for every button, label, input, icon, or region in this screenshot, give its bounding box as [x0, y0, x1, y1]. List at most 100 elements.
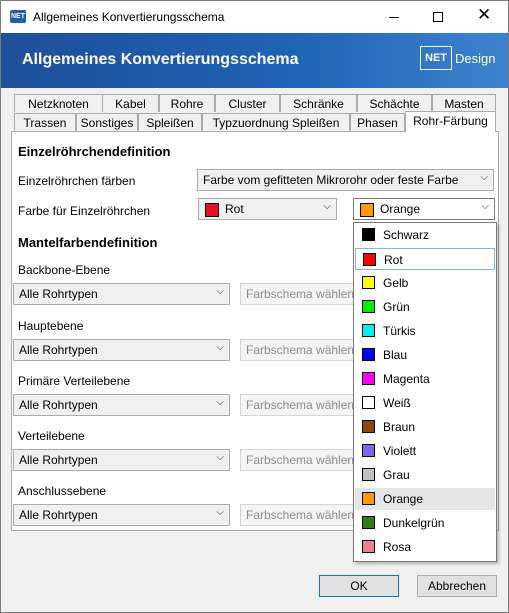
color-option-orange[interactable]: Orange — [355, 488, 495, 510]
ok-button[interactable]: OK — [319, 575, 399, 597]
mantel-heading: Mantelfarbendefinition — [18, 235, 158, 250]
maximize-button[interactable] — [415, 1, 461, 33]
level-scheme-select: Farbschema wählen — [240, 283, 354, 305]
minimize-button[interactable] — [371, 1, 417, 33]
color-swatch — [362, 276, 375, 289]
color-swatch — [362, 396, 375, 409]
color-swatch — [360, 203, 374, 217]
einzel-heading: Einzelröhrchendefinition — [18, 144, 171, 159]
level-type-select[interactable]: Alle Rohrtypen ⌵ — [13, 339, 230, 361]
tab-typzuordnung-spleißen[interactable]: Typzuordnung Spleißen — [202, 113, 350, 131]
color-option-grün[interactable]: Grün — [355, 296, 495, 318]
color-option-label: Gelb — [383, 276, 409, 290]
color-swatch — [362, 516, 375, 529]
chevron-down-icon: ⌵ — [216, 397, 224, 408]
tab-schächte[interactable]: Schächte — [357, 94, 432, 112]
color-option-label: Grün — [383, 300, 410, 314]
tab-cluster[interactable]: Cluster — [215, 94, 280, 112]
color-option-label: Blau — [383, 348, 408, 362]
level-scheme-select: Farbschema wählen — [240, 394, 354, 416]
color-option-rot[interactable]: Rot — [355, 248, 495, 270]
level-scheme-value: Farbschema wählen — [246, 508, 355, 522]
tab-phasen[interactable]: Phasen — [350, 113, 405, 131]
color-option-blau[interactable]: Blau — [355, 344, 495, 366]
level-scheme-value: Farbschema wählen — [246, 287, 355, 301]
color-option-violett[interactable]: Violett — [355, 440, 495, 462]
color-option-label: Schwarz — [383, 228, 430, 242]
tab-trassen[interactable]: Trassen — [14, 113, 76, 131]
close-button[interactable]: ✕ — [462, 1, 508, 33]
level-scheme-value: Farbschema wählen — [246, 398, 355, 412]
color-option-dunkelgrün[interactable]: Dunkelgrün — [355, 512, 495, 534]
level-scheme-value: Farbschema wählen — [246, 343, 355, 357]
tab-spleißen[interactable]: Spleißen — [138, 113, 202, 131]
header-title: Allgemeines Konvertierungsschema — [22, 51, 299, 68]
tab-netzknoten[interactable]: Netzknoten — [14, 94, 103, 112]
tab-rohre[interactable]: Rohre — [159, 94, 215, 112]
farbe2-select[interactable]: Orange ⌵ — [353, 198, 495, 220]
color-swatch — [362, 444, 375, 457]
chevron-down-icon: ⌵ — [216, 452, 224, 463]
level-label: Hauptebene — [18, 319, 84, 333]
cancel-button[interactable]: Abbrechen — [417, 575, 497, 597]
color-option-label: Türkis — [383, 324, 416, 338]
color-swatch — [363, 253, 376, 266]
level-scheme-select: Farbschema wählen — [240, 504, 354, 526]
color-option-label: Braun — [383, 420, 416, 434]
chevron-down-icon: ⌵ — [480, 172, 488, 183]
dialog-header: Allgemeines Konvertierungsschema NET Des… — [1, 33, 508, 88]
color-option-grau[interactable]: Grau — [355, 464, 495, 486]
maximize-icon — [433, 12, 443, 22]
color-swatch — [362, 300, 375, 313]
dialog-window: NET Allgemeines Konvertierungsschema ✕ A… — [0, 0, 509, 613]
level-type-value: Alle Rohrtypen — [19, 398, 98, 412]
level-type-select[interactable]: Alle Rohrtypen ⌵ — [13, 394, 230, 416]
level-label: Verteilebene — [18, 429, 85, 443]
color-swatch — [362, 372, 375, 385]
color-option-label: Orange — [383, 492, 424, 506]
level-type-select[interactable]: Alle Rohrtypen ⌵ — [13, 283, 230, 305]
brand-label: Design — [455, 51, 496, 66]
color-option-gelb[interactable]: Gelb — [355, 272, 495, 294]
level-scheme-value: Farbschema wählen — [246, 453, 355, 467]
farbe1-select[interactable]: Rot ⌵ — [198, 198, 337, 220]
tab-sonstiges[interactable]: Sonstiges — [76, 113, 138, 131]
level-label: Primäre Verteilebene — [18, 374, 131, 388]
einzel-faerben-value: Farbe vom gefitteten Mikrorohr oder fest… — [203, 173, 459, 187]
chevron-down-icon: ⌵ — [216, 507, 224, 518]
level-type-value: Alle Rohrtypen — [19, 343, 98, 357]
color-option-weiß[interactable]: Weiß — [355, 392, 495, 414]
tab-schränke[interactable]: Schränke — [280, 94, 357, 112]
tab-kabel[interactable]: Kabel — [102, 94, 159, 112]
color-option-magenta[interactable]: Magenta — [355, 368, 495, 390]
chevron-down-icon: ⌵ — [481, 201, 489, 212]
tab-masten[interactable]: Masten — [432, 94, 496, 112]
color-option-label: Weiß — [383, 396, 411, 410]
color-swatch — [362, 492, 375, 505]
color-option-braun[interactable]: Braun — [355, 416, 495, 438]
tab-rohr-färbung[interactable]: Rohr-Färbung — [405, 111, 496, 132]
color-option-label: Magenta — [383, 372, 430, 386]
level-label: Backbone-Ebene — [18, 263, 111, 277]
level-type-value: Alle Rohrtypen — [19, 453, 98, 467]
level-type-value: Alle Rohrtypen — [19, 287, 98, 301]
level-type-select[interactable]: Alle Rohrtypen ⌵ — [13, 449, 230, 471]
level-label: Anschlussebene — [18, 484, 107, 498]
einzel-faerben-select[interactable]: Farbe vom gefitteten Mikrorohr oder fest… — [197, 169, 494, 191]
minimize-icon — [389, 17, 399, 18]
title-bar: NET Allgemeines Konvertierungsschema ✕ — [1, 1, 508, 33]
window-title: Allgemeines Konvertierungsschema — [33, 10, 225, 24]
color-swatch — [362, 228, 375, 241]
level-type-select[interactable]: Alle Rohrtypen ⌵ — [13, 504, 230, 526]
color-option-label: Dunkelgrün — [383, 516, 445, 530]
chevron-down-icon: ⌵ — [323, 201, 331, 212]
color-option-schwarz[interactable]: Schwarz — [355, 224, 495, 246]
color-swatch — [362, 324, 375, 337]
color-option-rosa[interactable]: Rosa — [355, 536, 495, 558]
color-option-label: Rot — [384, 253, 403, 267]
level-scheme-select: Farbschema wählen — [240, 449, 354, 471]
farbe1-value: Rot — [225, 202, 244, 216]
color-dropdown-list[interactable]: Schwarz Rot Gelb Grün Türkis Blau Magenta Weiß B… — [353, 222, 497, 562]
close-icon: ✕ — [477, 5, 492, 24]
color-option-türkis[interactable]: Türkis — [355, 320, 495, 342]
